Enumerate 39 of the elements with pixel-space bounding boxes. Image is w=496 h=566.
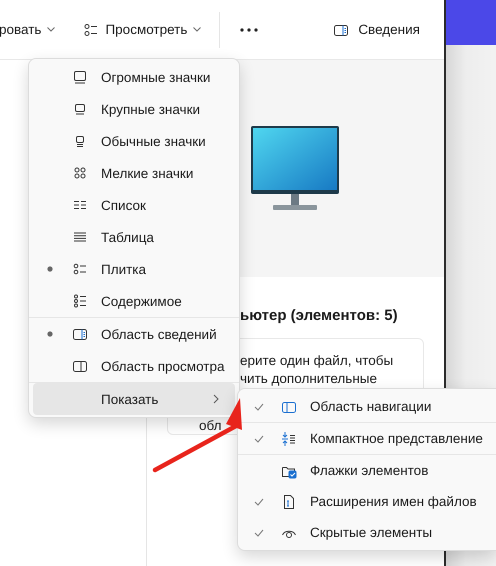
menu-item[interactable]: Область навигации [242, 391, 492, 422]
info-text: чить дополнительные [240, 371, 377, 387]
details-pane-icon [72, 326, 88, 342]
preview-pane-icon [72, 358, 88, 374]
menu-item[interactable]: Мелкие значки [33, 157, 235, 189]
menu-item[interactable]: Компактное представление [242, 423, 492, 454]
tiles-icon [83, 22, 100, 38]
background-window [446, 0, 496, 45]
folder-heading: ьютер (элементов: 5) [240, 307, 398, 324]
tiles-icon [72, 261, 88, 277]
menu-item[interactable]: Таблица [33, 221, 235, 253]
details-button[interactable]: Сведения [325, 12, 428, 48]
chevron-down-icon [47, 27, 56, 32]
menu-item[interactable]: Показать [33, 383, 235, 415]
grid-icon [72, 165, 88, 181]
chevron-down-icon [193, 27, 202, 32]
menu-item[interactable]: Содержимое [33, 285, 235, 317]
monitor-icon [72, 101, 88, 117]
more-icon [240, 28, 258, 32]
menu-item[interactable]: Область сведений [33, 318, 235, 350]
monitor-icon [250, 126, 340, 211]
compact-view-icon [281, 430, 297, 446]
info-text: ерите один файл, чтобы [240, 353, 394, 369]
menu-item[interactable]: Скрытые элементы [242, 517, 492, 548]
menu-item[interactable]: Обычные значки [33, 125, 235, 157]
info-text: обл [199, 418, 222, 434]
menu-item[interactable]: Расширения имен файлов [242, 486, 492, 517]
monitor-icon [72, 69, 88, 85]
chevron-right-icon [213, 394, 219, 404]
view-button[interactable]: Просмотреть [75, 12, 210, 48]
menu-item[interactable]: Область просмотра [33, 350, 235, 382]
menu-item[interactable]: Крупные значки [33, 93, 235, 125]
menu-item[interactable]: Список [33, 189, 235, 221]
dropdown-button[interactable]: ровать [0, 12, 64, 48]
menu-item[interactable]: Огромные значки [33, 61, 235, 93]
menu-item[interactable]: Флажки элементов [242, 455, 492, 486]
content-icon [72, 293, 88, 309]
menu-item[interactable]: Плитка [33, 253, 235, 285]
file-icon [281, 494, 297, 510]
